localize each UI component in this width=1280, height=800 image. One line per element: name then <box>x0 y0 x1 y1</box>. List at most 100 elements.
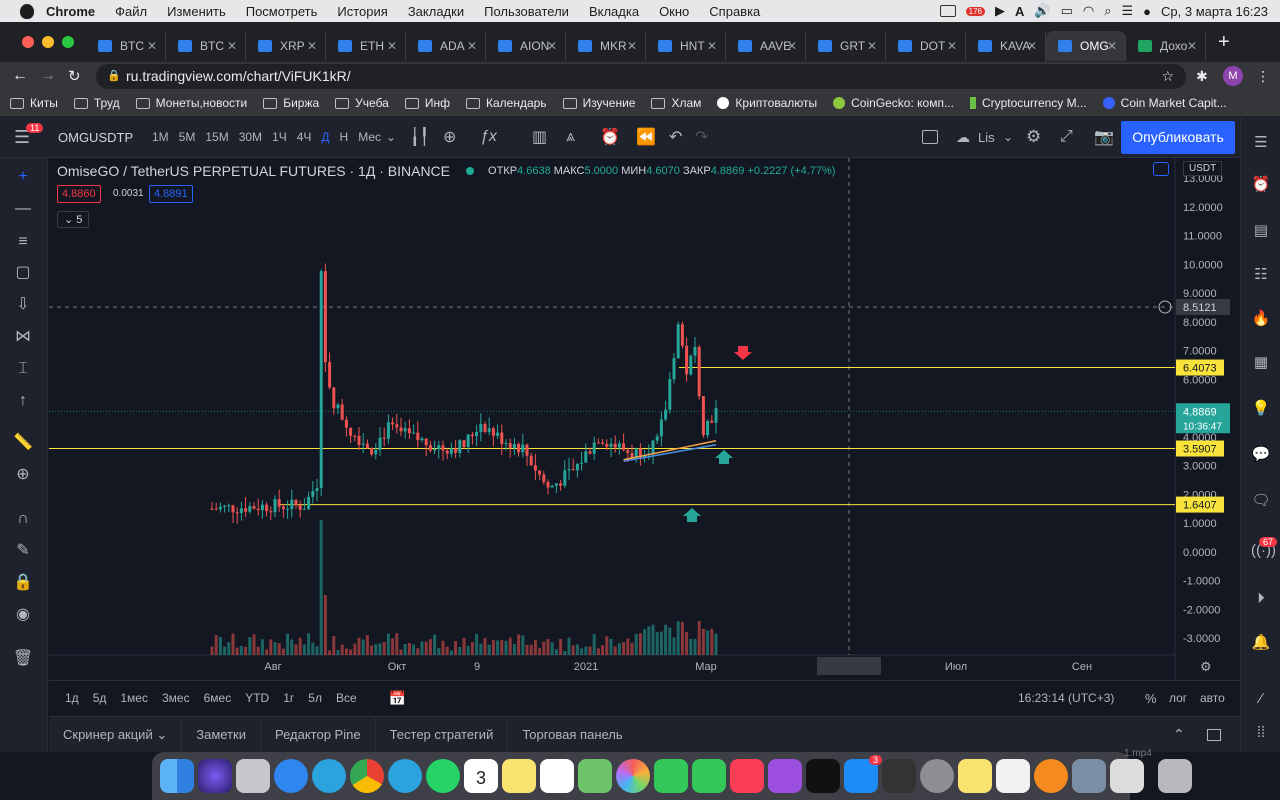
bookmark-folder[interactable]: Биржа <box>263 96 319 110</box>
interval-dropdown-icon[interactable]: ⌄ <box>386 130 396 144</box>
trash-bin-icon[interactable] <box>1158 759 1192 793</box>
search-icon[interactable]: ⌕ <box>1104 3 1111 19</box>
browser-tab[interactable]: HNT ✕ <box>646 31 726 61</box>
interval-0[interactable]: 1M <box>147 130 174 144</box>
siri-app-icon[interactable] <box>198 759 232 793</box>
close-tab-icon[interactable]: ✕ <box>787 39 797 53</box>
calculator-icon[interactable] <box>882 759 916 793</box>
news-icon[interactable]: ▤ <box>1251 221 1271 241</box>
reminders-icon[interactable] <box>540 759 574 793</box>
range-4[interactable]: 6мес <box>204 691 232 705</box>
watchlist-icon[interactable]: ☰ <box>1251 133 1271 153</box>
close-tab-icon[interactable]: ✕ <box>707 39 717 53</box>
close-tab-icon[interactable]: ✕ <box>307 39 317 53</box>
menu-app-name[interactable]: Chrome <box>46 4 95 19</box>
indicators-toggle[interactable]: ⌄ 5 <box>57 211 90 228</box>
bookmark-folder[interactable]: Хлам <box>651 96 701 110</box>
sync-icon[interactable] <box>1153 162 1169 176</box>
pencil-lock-icon[interactable]: ✎ <box>12 542 34 560</box>
camera-icon[interactable]: 📷 <box>1094 127 1114 147</box>
bookmark-folder[interactable]: Монеты,новости <box>135 96 247 110</box>
fullscreen-square-icon[interactable] <box>922 130 938 144</box>
preview-icon[interactable] <box>1072 759 1106 793</box>
bookmark-star-icon[interactable]: ☆ <box>1161 64 1174 89</box>
vpn-icon[interactable] <box>1034 759 1068 793</box>
browser-tab[interactable]: BTC ✕ <box>86 31 166 61</box>
tab-strategy-tester[interactable]: Тестер стратегий <box>376 716 509 753</box>
grip-icon[interactable]: ⁞⁞ <box>1251 723 1271 743</box>
redo-icon[interactable]: ↷ <box>695 127 708 147</box>
close-tab-icon[interactable]: ✕ <box>1107 39 1117 53</box>
bid-price[interactable]: 4.8860 <box>57 185 101 203</box>
bookmark-folder[interactable]: Инф <box>404 96 450 110</box>
interval-3[interactable]: 30M <box>234 130 267 144</box>
range-2[interactable]: 1мес <box>120 691 148 705</box>
interval-6[interactable]: Д <box>316 130 334 144</box>
menu-dots-icon[interactable]: ⋮ <box>1256 68 1270 85</box>
menu-item[interactable]: Посмотреть <box>246 4 318 19</box>
close-tab-icon[interactable]: ✕ <box>227 39 237 53</box>
menu-item[interactable]: Окно <box>659 4 689 19</box>
menu-item[interactable]: Закладки <box>408 4 464 19</box>
add-indicator-icon[interactable]: ⊕ <box>443 127 456 147</box>
interval-7[interactable]: Н <box>335 130 354 144</box>
telegram-desktop-icon[interactable] <box>388 759 422 793</box>
indicators-icon[interactable]: ƒx <box>480 128 497 146</box>
profile-avatar[interactable]: M <box>1223 66 1243 86</box>
browser-tab[interactable]: AION ✕ <box>486 31 566 61</box>
symbol-search[interactable]: OMGUSDTPEI <box>58 130 133 145</box>
forward-icon[interactable]: → <box>40 67 56 85</box>
interval-2[interactable]: 15M <box>200 130 233 144</box>
bookmark-link[interactable]: Криптовалюты <box>717 96 817 110</box>
close-tab-icon[interactable]: ✕ <box>867 39 877 53</box>
close-window-button[interactable] <box>22 36 34 48</box>
new-tab-button[interactable]: + <box>1218 31 1230 54</box>
publish-button[interactable]: Опубликовать <box>1121 121 1235 154</box>
price-chart[interactable]: 13.000012.000011.000010.00009.00008.0000… <box>49 158 1240 680</box>
layout-name[interactable]: Lis <box>978 130 995 145</box>
menu-item[interactable]: Изменить <box>167 4 226 19</box>
tab-screener[interactable]: Скринер акций ⌄ <box>49 716 183 753</box>
close-tab-icon[interactable]: ✕ <box>467 39 477 53</box>
system-preferences-icon[interactable] <box>920 759 954 793</box>
finder-icon[interactable] <box>160 759 194 793</box>
replay-icon[interactable]: ⏪ <box>636 127 656 147</box>
arrow-down-icon[interactable]: ⇩ <box>12 296 34 314</box>
browser-tab[interactable]: XRP ✕ <box>246 31 326 61</box>
collapse-panel-icon[interactable]: ⌃ <box>1173 726 1185 743</box>
range-7[interactable]: 5л <box>308 691 322 705</box>
arrow-up-icon[interactable]: ↑ <box>12 392 34 410</box>
play-circle-icon[interactable]: ⏵ <box>1251 589 1271 609</box>
battery-icon[interactable]: ▭ <box>1061 3 1073 19</box>
trend-line-icon[interactable]: — <box>12 200 34 218</box>
reload-icon[interactable]: ↻ <box>68 67 81 85</box>
log-toggle[interactable]: лог <box>1169 691 1187 705</box>
tab-trading-panel[interactable]: Торговая панель <box>508 717 636 753</box>
wifi-icon[interactable]: ◠ <box>1083 3 1094 19</box>
menu-item[interactable]: Справка <box>709 4 760 19</box>
menu-item[interactable]: История <box>337 4 387 19</box>
browser-tab[interactable]: ETH ✕ <box>326 31 406 61</box>
bar-chart-icon[interactable]: ▥ <box>532 127 547 147</box>
cloud-icon[interactable]: ☁ <box>956 129 970 146</box>
play-icon[interactable]: ▶ <box>995 3 1005 19</box>
range-6[interactable]: 1г <box>283 691 294 705</box>
data-window-icon[interactable]: ☷ <box>1251 265 1271 285</box>
chart-clock[interactable]: 16:23:14 (UTC+3) <box>1018 691 1114 705</box>
calendar-app-icon[interactable]: 3 <box>464 759 498 793</box>
bookmark-link[interactable]: CoinGecko: комп... <box>833 96 954 110</box>
eye-icon[interactable]: ◉ <box>12 606 34 624</box>
candles-icon[interactable]: ╽╿ <box>410 127 429 147</box>
url-field[interactable]: 🔒 ru.tradingview.com/chart/ViFUK1kR/ ☆ <box>96 64 1186 89</box>
close-tab-icon[interactable]: ✕ <box>147 39 157 53</box>
menu-item[interactable]: Вкладка <box>589 4 639 19</box>
browser-tab[interactable]: MKR ✕ <box>566 31 646 61</box>
chart-pane[interactable]: 13.0000 12.0000 11.0000 10.0000 9.0000 8.0000… <box>49 158 1240 680</box>
currency-label[interactable]: USDT <box>1183 161 1223 176</box>
layout-dropdown-icon[interactable]: ⌄ <box>1003 130 1013 144</box>
apple-tv-icon[interactable] <box>806 759 840 793</box>
whatsapp-icon[interactable] <box>426 759 460 793</box>
minimize-window-button[interactable] <box>42 36 54 48</box>
trash-icon[interactable]: 🗑 <box>12 650 34 668</box>
facetime-icon[interactable] <box>692 759 726 793</box>
